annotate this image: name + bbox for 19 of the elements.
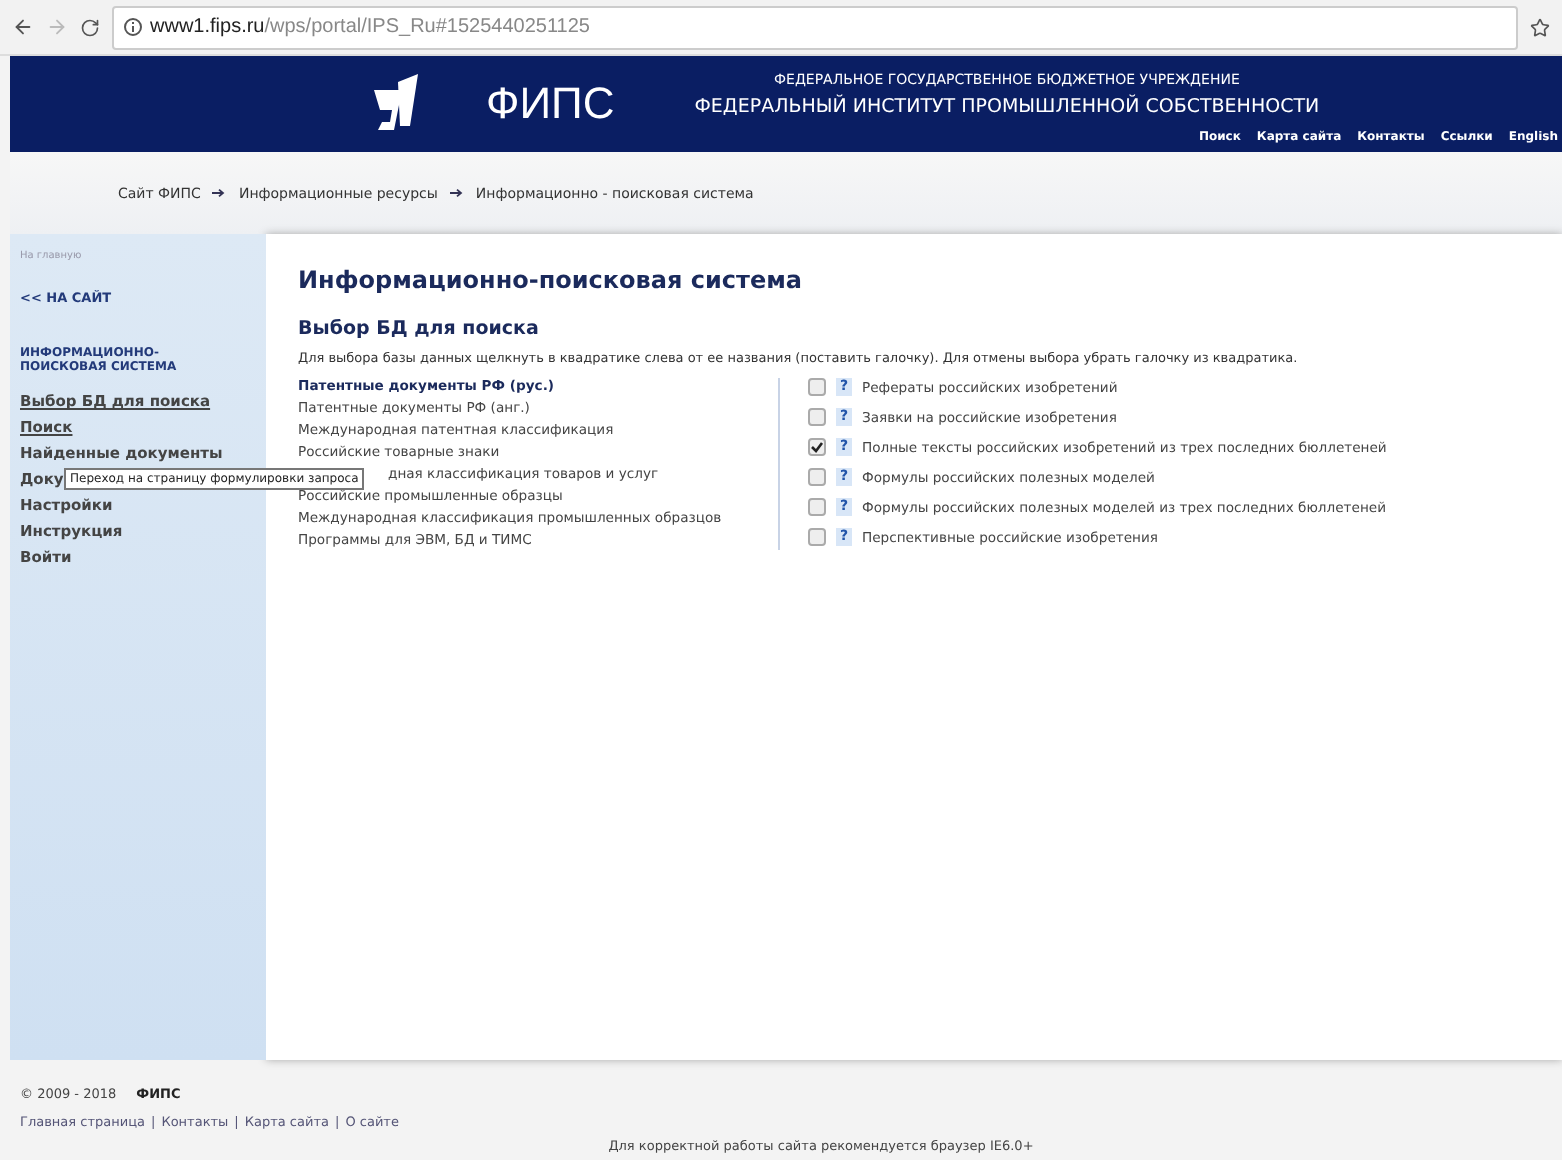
checkbox[interactable] bbox=[808, 378, 826, 396]
checkbox[interactable] bbox=[808, 468, 826, 486]
address-bar[interactable]: www1.fips.ru/wps/portal/IPS_Ru#1525440251125 bbox=[112, 5, 1518, 49]
star-icon[interactable] bbox=[1530, 17, 1550, 37]
info-icon bbox=[124, 18, 142, 36]
org-title: ФЕДЕРАЛЬНЫЙ ИНСТИТУТ ПРОМЫШЛЕННОЙ СОБСТВЕННОСТИ bbox=[694, 95, 1320, 117]
reload-icon[interactable] bbox=[80, 17, 100, 37]
back-icon[interactable] bbox=[12, 16, 34, 38]
checkbox[interactable] bbox=[808, 498, 826, 516]
page-title: Информационно-поисковая система bbox=[298, 266, 804, 294]
forward-icon[interactable] bbox=[46, 16, 68, 38]
checkbox[interactable] bbox=[808, 528, 826, 546]
logo-icon bbox=[370, 74, 422, 134]
checkbox[interactable] bbox=[808, 408, 826, 426]
checkbox[interactable] bbox=[808, 438, 826, 456]
arrow-icon bbox=[212, 188, 227, 198]
section-title: Выбор БД для поиска bbox=[298, 318, 541, 340]
arrow-icon bbox=[449, 188, 464, 198]
logo-text: ФИПС bbox=[486, 78, 615, 130]
